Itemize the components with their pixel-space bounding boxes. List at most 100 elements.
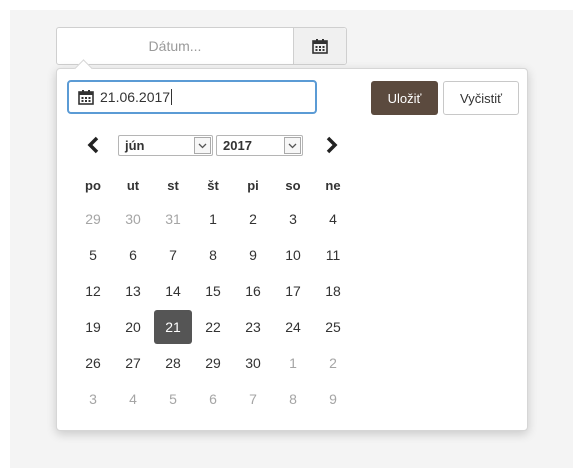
chevron-down-icon (194, 137, 211, 154)
text-cursor (171, 89, 173, 105)
calendar-day[interactable]: 26 (73, 345, 113, 381)
calendar-day-label: 3 (89, 391, 97, 407)
calendar-day-other-month[interactable]: 4 (113, 381, 153, 417)
calendar-day-other-month[interactable]: 31 (153, 201, 193, 237)
calendar-day-label: 1 (289, 355, 297, 371)
calendar-day[interactable]: 28 (153, 345, 193, 381)
calendar-day[interactable]: 7 (153, 237, 193, 273)
calendar-week-row: 5 6 7 8 9 10 11 (73, 237, 353, 273)
calendar-day[interactable]: 20 (113, 309, 153, 345)
calendar-day-label: 2 (329, 355, 337, 371)
chevron-right-icon (326, 136, 338, 154)
calendar-toggle-button[interactable] (293, 28, 346, 64)
datepicker-popup: 21.06.2017 Uložiť Vyčistiť jún 2017 po u… (56, 59, 528, 431)
calendar-day-label: 7 (169, 247, 177, 263)
calendar-day[interactable]: 23 (233, 309, 273, 345)
month-select[interactable]: jún (118, 135, 213, 156)
calendar-day[interactable]: 30 (233, 345, 273, 381)
prev-month-button[interactable] (82, 134, 104, 156)
calendar-icon (78, 90, 94, 105)
calendar-day-label: 30 (245, 355, 261, 371)
calendar-day[interactable]: 8 (193, 237, 233, 273)
calendar-day-other-month[interactable]: 7 (233, 381, 273, 417)
calendar-day[interactable]: 2 (233, 201, 273, 237)
weekday-header: št (207, 177, 219, 193)
calendar-day-label: 8 (289, 391, 297, 407)
calendar-day-label: 13 (125, 283, 141, 299)
calendar-day[interactable]: 16 (233, 273, 273, 309)
chevron-down-icon (284, 137, 301, 154)
next-month-button[interactable] (321, 134, 343, 156)
calendar-day[interactable]: 17 (273, 273, 313, 309)
calendar-day-label: 29 (205, 355, 221, 371)
calendar-day[interactable]: 13 (113, 273, 153, 309)
calendar-day-label: 8 (209, 247, 217, 263)
date-value-field[interactable]: 21.06.2017 (67, 80, 317, 114)
calendar-day-label: 31 (165, 211, 181, 227)
calendar-day-other-month[interactable]: 30 (113, 201, 153, 237)
calendar-day[interactable]: 24 (273, 309, 313, 345)
calendar-day-other-month[interactable]: 1 (273, 345, 313, 381)
weekday-header: po (85, 177, 101, 193)
date-input-group (56, 27, 347, 65)
calendar-day-label: 24 (285, 319, 301, 335)
year-select[interactable]: 2017 (216, 135, 303, 156)
calendar-day[interactable]: 12 (73, 273, 113, 309)
calendar-day[interactable]: 27 (113, 345, 153, 381)
calendar-day[interactable]: 25 (313, 309, 353, 345)
calendar-day-label: 10 (285, 247, 301, 263)
calendar-day[interactable]: 9 (233, 237, 273, 273)
calendar-day-label: 29 (85, 211, 101, 227)
calendar-day-other-month[interactable]: 2 (313, 345, 353, 381)
calendar-day-label: 1 (209, 211, 217, 227)
chevron-left-icon (87, 136, 99, 154)
calendar-day-other-month[interactable]: 3 (73, 381, 113, 417)
calendar-day[interactable]: 10 (273, 237, 313, 273)
calendar-day-other-month[interactable]: 5 (153, 381, 193, 417)
calendar-day-other-month[interactable]: 29 (73, 201, 113, 237)
calendar-day-label: 16 (245, 283, 261, 299)
calendar-day-label: 7 (249, 391, 257, 407)
calendar-day-label: 26 (85, 355, 101, 371)
weekday-header-row: po ut st št pi so ne (73, 169, 353, 201)
calendar-day[interactable]: 3 (273, 201, 313, 237)
calendar-day[interactable]: 19 (73, 309, 113, 345)
calendar-week-row: 26 27 28 29 30 1 2 (73, 345, 353, 381)
calendar-day-label: 6 (129, 247, 137, 263)
calendar-body: 29 30 31 1 2 3 4 5 6 7 8 9 10 11 12 13 14 15 16 17 18 19 20 21 2… (73, 201, 353, 417)
calendar-day[interactable]: 11 (313, 237, 353, 273)
calendar-day[interactable]: 4 (313, 201, 353, 237)
month-select-value: jún (125, 138, 145, 153)
weekday-header: st (167, 177, 179, 193)
calendar-day-other-month[interactable]: 9 (313, 381, 353, 417)
calendar-day[interactable]: 29 (193, 345, 233, 381)
calendar-icon (312, 39, 328, 54)
calendar-day-label: 4 (329, 211, 337, 227)
calendar-day-other-month[interactable]: 6 (193, 381, 233, 417)
calendar-week-row: 3 4 5 6 7 8 9 (73, 381, 353, 417)
calendar-day-label: 19 (85, 319, 101, 335)
calendar-day[interactable]: 6 (113, 237, 153, 273)
calendar-day-label: 14 (165, 283, 181, 299)
calendar-day-label: 9 (329, 391, 337, 407)
calendar-week-row: 12 13 14 15 16 17 18 (73, 273, 353, 309)
calendar-day[interactable]: 22 (193, 309, 233, 345)
calendar-day-label: 3 (289, 211, 297, 227)
calendar-day[interactable]: 5 (73, 237, 113, 273)
calendar-week-row: 29 30 31 1 2 3 4 (73, 201, 353, 237)
calendar-day-other-month[interactable]: 8 (273, 381, 313, 417)
date-input[interactable] (57, 28, 293, 64)
calendar-day-selected[interactable]: 21 (153, 309, 193, 345)
calendar-day[interactable]: 18 (313, 273, 353, 309)
calendar-day-label: 25 (325, 319, 341, 335)
calendar-day-label: 11 (325, 247, 341, 263)
calendar-day[interactable]: 1 (193, 201, 233, 237)
save-button[interactable]: Uložiť (371, 81, 438, 115)
weekday-header: ne (325, 177, 341, 193)
clear-button[interactable]: Vyčistiť (443, 81, 519, 115)
calendar-day[interactable]: 14 (153, 273, 193, 309)
calendar-day-label: 22 (205, 319, 221, 335)
calendar-day[interactable]: 15 (193, 273, 233, 309)
year-select-value: 2017 (223, 138, 252, 153)
calendar-week-row: 19 20 21 22 23 24 25 (73, 309, 353, 345)
